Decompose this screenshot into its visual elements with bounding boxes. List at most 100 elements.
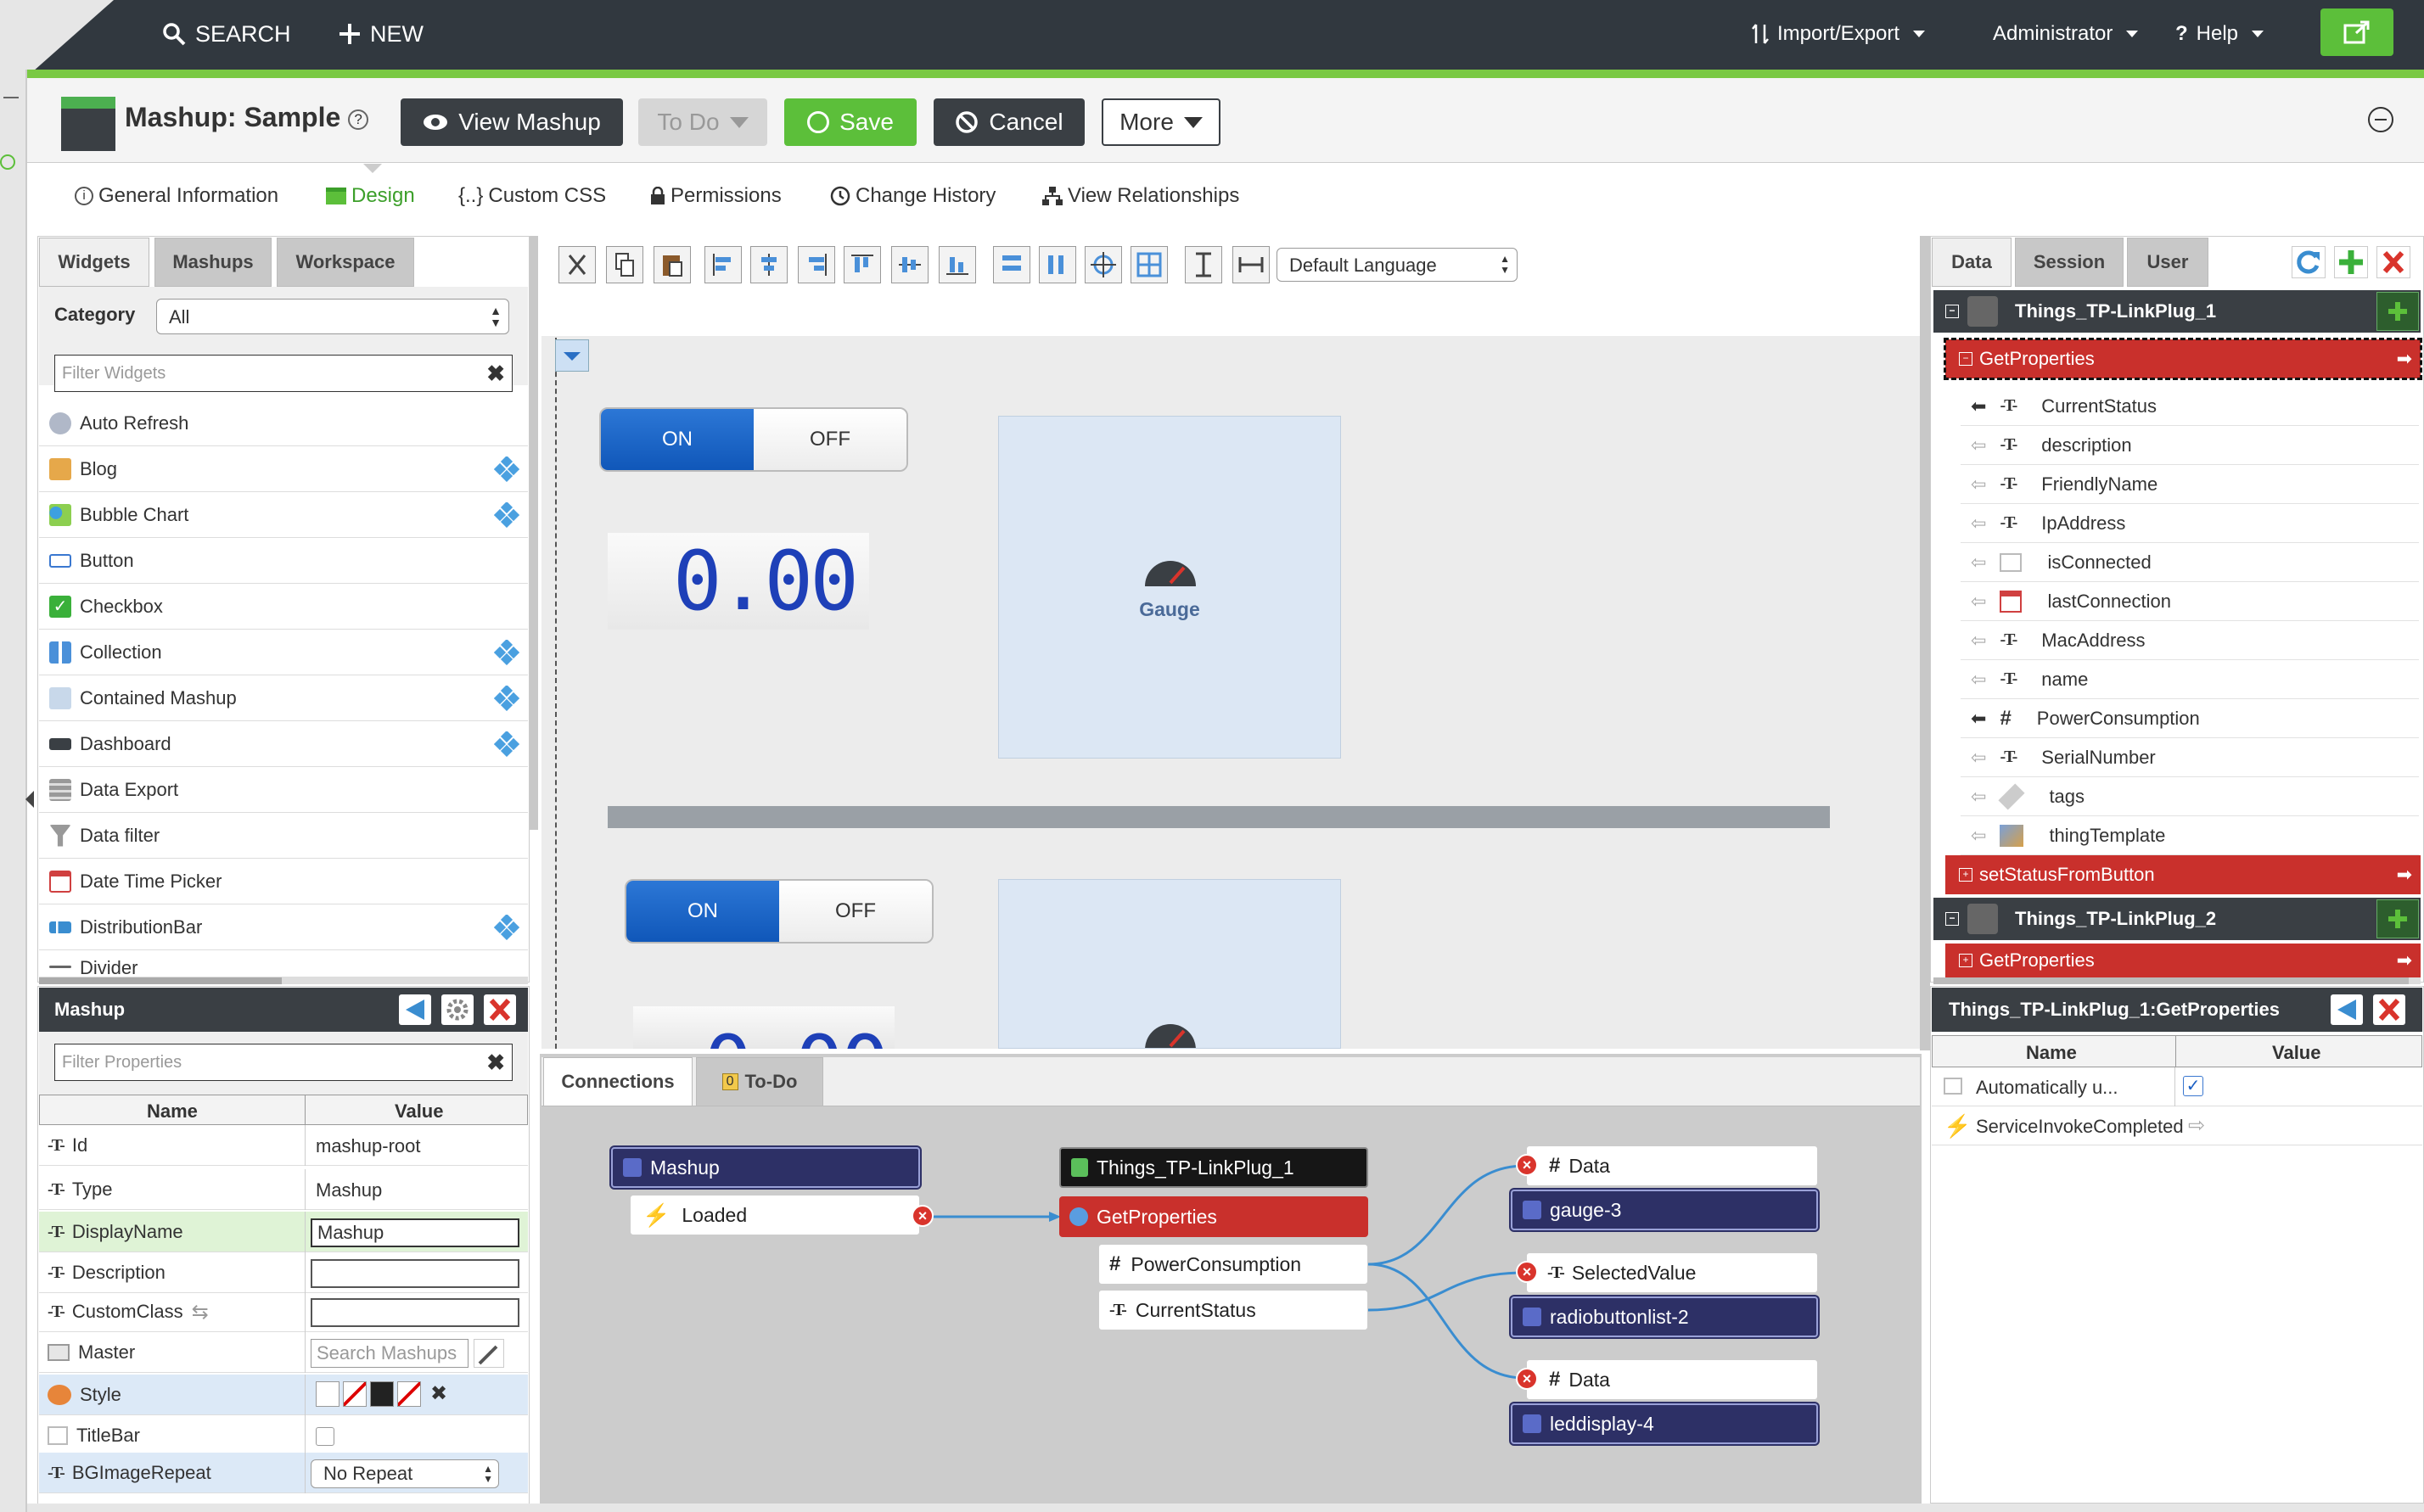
service-prop-row-autoupdate[interactable]: Automatically u... ✓ <box>1932 1067 2422 1106</box>
remove-binding-x-icon[interactable]: × <box>912 1205 934 1227</box>
field-isconnected[interactable]: ⇦ isConnected <box>1961 543 2419 582</box>
info-icon <box>1967 296 1998 327</box>
node-gauge-3[interactable]: gauge-3 <box>1511 1190 1818 1230</box>
mashup-node-icon <box>623 1158 642 1177</box>
node-getproperties-service[interactable]: GetProperties <box>1059 1196 1368 1237</box>
expand-plus-icon[interactable]: + <box>1959 954 1972 967</box>
widget-node-icon <box>1523 1308 1541 1326</box>
field-macaddress[interactable]: ⇦ -T- MacAddress <box>1961 621 2419 660</box>
number-type-icon: # <box>2000 706 2012 730</box>
delete-button[interactable] <box>2373 994 2405 1025</box>
scrollbar-thumb[interactable] <box>1933 977 2409 984</box>
service-prop-row-invoke-completed[interactable]: ⚡ ServiceInvokeCompleted ⇨ <box>1932 1106 2422 1145</box>
field-ipaddress[interactable]: ⇦ -T- IpAddress <box>1961 504 2419 543</box>
arrow-left-icon: ⇦ <box>1971 551 1987 573</box>
collapse-minus-icon[interactable]: − <box>1945 305 1959 318</box>
field-friendlyname[interactable]: ⇦ -T- FriendlyName <box>1961 465 2419 504</box>
service-getproperties-1[interactable]: − GetProperties ➡ <box>1944 338 2422 380</box>
number-type-icon: # <box>1109 1252 1121 1275</box>
lightning-icon: ⚡ <box>642 1201 671 1228</box>
remove-data-button[interactable] <box>2376 246 2410 278</box>
connection-line-status-radio <box>1367 1271 1525 1312</box>
node-currentstatus[interactable]: -T- CurrentStatus <box>1098 1290 1368 1330</box>
string-type-icon: -T- <box>2000 630 2017 649</box>
string-type-icon: -T- <box>2000 669 2017 688</box>
node-leddisplay-4[interactable]: leddisplay-4 <box>1511 1403 1818 1444</box>
service-label: GetProperties <box>1979 348 2095 369</box>
bound-arrow-left-icon: ⬅ <box>1971 707 1987 729</box>
field-serialnumber[interactable]: ⇦ -T- SerialNumber <box>1961 738 2419 777</box>
tab-session[interactable]: Session <box>2015 238 2124 287</box>
string-type-icon: -T- <box>2000 513 2017 532</box>
string-type-icon: -T- <box>2000 396 2017 415</box>
tag-type-icon <box>1998 782 2025 810</box>
widget-node-icon <box>1523 1414 1541 1433</box>
arrow-left-icon: ⇦ <box>1971 824 1987 846</box>
node-mashup[interactable]: Mashup <box>611 1147 920 1188</box>
string-type-icon: -T- <box>1547 1263 1565 1282</box>
thing2-label: Things_TP-LinkPlug_2 <box>2015 908 2217 929</box>
remove-binding-x-icon[interactable]: × <box>1516 1368 1538 1390</box>
collapse-minus-icon[interactable]: − <box>1959 352 1972 366</box>
service-getproperties-2[interactable]: + GetProperties ➡ <box>1945 944 2421 977</box>
service-setstatusfrombutton[interactable]: + setStatusFromButton ➡ <box>1945 855 2421 894</box>
prop-name: Automatically u... <box>1976 1077 2118 1098</box>
connection-line-power-gauge <box>1367 1164 1525 1266</box>
remove-binding-x-icon[interactable]: × <box>1516 1261 1538 1283</box>
field-lastconnection[interactable]: ⇦ lastConnection <box>1961 582 2419 621</box>
node-powerconsumption[interactable]: # PowerConsumption <box>1098 1244 1368 1285</box>
remove-binding-x-icon[interactable]: × <box>1516 1154 1538 1176</box>
field-currentstatus[interactable]: ⬅ -T- CurrentStatus <box>1961 387 2419 426</box>
thing1-header[interactable]: − Things_TP-LinkPlug_1 <box>1933 290 2421 333</box>
node-radiobuttonlist-2[interactable]: radiobuttonlist-2 <box>1511 1296 1818 1337</box>
expand-plus-icon[interactable]: + <box>1959 868 1972 882</box>
field-thingtemplate[interactable]: ⇦ thingTemplate <box>1961 816 2419 855</box>
tab-user[interactable]: User <box>2127 238 2208 287</box>
service-properties-title: Things_TP-LinkPlug_1:GetProperties <box>1949 999 2280 1020</box>
add-service-button[interactable] <box>2376 292 2419 331</box>
widget-node-icon <box>1523 1201 1541 1219</box>
arrow-left-icon: ⇦ <box>1971 473 1987 495</box>
collapse-minus-icon[interactable]: − <box>1945 912 1959 926</box>
node-gauge-data[interactable]: # Data <box>1526 1145 1818 1186</box>
col-value: Value <box>2272 1042 2321 1063</box>
tab-data[interactable]: Data <box>1932 238 2012 287</box>
node-loaded-event[interactable]: ⚡ Loaded <box>630 1195 920 1235</box>
service-icon <box>1069 1207 1088 1226</box>
node-led-data[interactable]: # Data <box>1526 1359 1818 1400</box>
number-type-icon: # <box>1549 1154 1561 1177</box>
boolean-type-icon <box>1944 1078 1962 1095</box>
service-label: setStatusFromButton <box>1979 864 2155 885</box>
string-type-icon: -T- <box>2000 748 2017 766</box>
arrow-right-icon: ➡ <box>2396 949 2412 971</box>
add-service-button[interactable] <box>2376 899 2419 938</box>
datetime-type-icon <box>2000 590 2023 613</box>
service-label: GetProperties <box>1979 949 2095 971</box>
refresh-button[interactable] <box>2292 246 2326 278</box>
autoupdate-checkbox[interactable]: ✓ <box>2183 1076 2203 1096</box>
data-panel-scrollbar[interactable] <box>1933 977 2421 984</box>
node-thing1[interactable]: Things_TP-LinkPlug_1 <box>1059 1147 1368 1188</box>
arrow-right-icon: ➡ <box>2396 348 2412 369</box>
field-name[interactable]: ⇦ -T-name <box>1961 660 2419 699</box>
field-tags[interactable]: ⇦ tags <box>1961 777 2419 816</box>
arrow-left-icon: ⇦ <box>1971 512 1987 534</box>
number-type-icon: # <box>1549 1368 1561 1391</box>
field-powerconsumption[interactable]: ⬅ # PowerConsumption <box>1961 699 2419 738</box>
string-type-icon: -T- <box>2000 435 2017 454</box>
boolean-type-icon <box>2000 552 2023 572</box>
field-description[interactable]: ⇦ -T-description <box>1961 426 2419 465</box>
service-properties-table-header: Name Value <box>1932 1035 2422 1067</box>
arrow-right-icon: ➡ <box>2396 864 2412 885</box>
arrow-left-icon: ⇦ <box>1971 590 1987 612</box>
thingtemplate-type-icon <box>2000 824 2024 847</box>
share-button[interactable] <box>2331 994 2363 1025</box>
connection-line-power-led <box>1367 1263 1525 1380</box>
string-type-icon: -T- <box>2000 474 2017 493</box>
node-selectedvalue[interactable]: -T- SelectedValue <box>1526 1252 1818 1293</box>
arrow-left-icon: ⇦ <box>1971 746 1987 768</box>
bound-arrow-left-icon: ⬅ <box>1971 395 1987 417</box>
info-icon <box>1967 904 1998 934</box>
thing2-header[interactable]: − Things_TP-LinkPlug_2 <box>1933 898 2421 940</box>
add-data-button[interactable] <box>2334 246 2368 278</box>
